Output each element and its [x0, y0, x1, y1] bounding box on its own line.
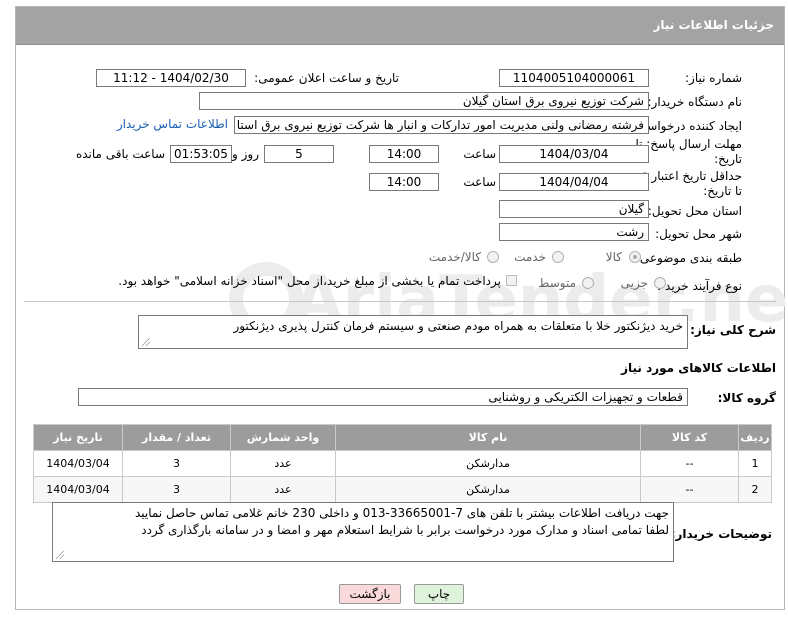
item-name-cell: مدارشکن	[335, 450, 641, 477]
buyer-org-field: شرکت توزیع نیروی برق استان گیلان	[199, 92, 649, 110]
need-number-field: 1104005104000061	[499, 69, 649, 87]
need-number-label: شماره نیاز:	[685, 71, 742, 85]
buyer-notes-line-1: جهت دریافت اطلاعات بیشتر با تلفن های 7-3…	[134, 506, 669, 520]
need-date-cell: 1404/03/04	[33, 450, 123, 477]
panel-header: جزئیات اطلاعات نیاز	[16, 7, 784, 45]
days-label: روز و	[232, 147, 259, 161]
price-validity-time-label: ساعت	[463, 175, 496, 189]
treasury-payment-note: پرداخت تمام یا بخشی از مبلغ خرید،از محل …	[118, 274, 501, 288]
print-button[interactable]: چاپ	[414, 584, 464, 604]
remaining-time-field: 01:53:05	[170, 145, 232, 163]
resize-grip-icon[interactable]	[56, 551, 64, 559]
goods-section-title: اطلاعات کالاهای مورد نیاز	[621, 361, 776, 375]
purchase-process-label: نوع فرآیند خرید :	[657, 279, 742, 293]
col-unit: واحد شمارش	[230, 424, 336, 451]
need-date-cell: 1404/03/04	[33, 476, 123, 503]
price-validity-time-field: 14:00	[369, 173, 439, 191]
col-need-date: تاریخ نیاز	[33, 424, 123, 451]
col-item-code: کد کالا	[640, 424, 739, 451]
resize-grip-icon[interactable]	[142, 338, 150, 346]
process-minor-label: جزیی	[620, 276, 648, 290]
col-row-number: ردیف	[738, 424, 772, 451]
quantity-cell: 3	[122, 476, 231, 503]
category-goods-label: کالا	[605, 250, 622, 264]
category-goods-service-label: کالا/خدمت	[428, 250, 481, 264]
category-goods-radio[interactable]	[629, 251, 641, 263]
city-label: شهر محل تحویل:	[655, 227, 742, 241]
buyer-notes-line-2: لطفا تمامی اسناد و مدارک مورد درخواست بر…	[141, 523, 669, 537]
item-code-cell: --	[640, 450, 739, 477]
item-name-cell: مدارشکن	[335, 476, 641, 503]
row-number-cell: 2	[738, 476, 772, 503]
announce-datetime-field: 1404/02/30 - 11:12	[96, 69, 246, 87]
category-service-label: خدمت	[514, 250, 546, 264]
price-validity-date-field: 1404/04/04	[499, 173, 649, 191]
need-summary-text: خرید دیژنکتور خلا با متعلقات به همراه مو…	[233, 319, 684, 333]
table-row: 1 -- مدارشکن عدد 3 1404/03/04	[33, 450, 772, 477]
deadline-time-field: 14:00	[369, 145, 439, 163]
buyer-notes-textarea[interactable]: جهت دریافت اطلاعات بیشتر با تلفن های 7-3…	[52, 502, 674, 562]
treasury-payment-checkbox[interactable]	[506, 275, 517, 286]
price-validity-label-date: تا تاریخ:	[703, 184, 742, 198]
category-goods-service-radio[interactable]	[487, 251, 499, 263]
table-row: 2 -- مدارشکن عدد 3 1404/03/04	[33, 476, 772, 503]
buyer-org-label: نام دستگاه خریدار:	[647, 95, 743, 109]
deadline-label: مهلت ارسال پاسخ: تا	[635, 137, 742, 151]
divider	[24, 301, 776, 302]
quantity-cell: 3	[122, 450, 231, 477]
buyer-notes-label: توضیحات خریدار:	[670, 527, 772, 541]
col-quantity: تعداد / مقدار	[122, 424, 231, 451]
row-number-cell: 1	[738, 450, 772, 477]
unit-cell: عدد	[230, 476, 336, 503]
goods-group-label: گروه کالا:	[717, 391, 776, 405]
category-service-radio[interactable]	[552, 251, 564, 263]
need-summary-textarea[interactable]: خرید دیژنکتور خلا با متعلقات به همراه مو…	[138, 315, 688, 349]
deadline-time-label: ساعت	[463, 147, 496, 161]
deadline-label-date: تاریخ:	[714, 152, 742, 166]
days-remaining-field: 5	[264, 145, 334, 163]
buyer-contact-link[interactable]: اطلاعات تماس خریدار	[117, 117, 228, 131]
need-summary-label: شرح کلی نیاز:	[690, 323, 776, 337]
goods-group-field: قطعات و تجهیزات الکتریکی و روشنایی	[78, 388, 688, 406]
process-medium-radio[interactable]	[582, 277, 594, 289]
col-item-name: نام کالا	[335, 424, 641, 451]
deadline-date-field: 1404/03/04	[499, 145, 649, 163]
goods-table: ردیف کد کالا نام کالا واحد شمارش تعداد /…	[33, 424, 772, 503]
announce-datetime-label: تاریخ و ساعت اعلان عمومی:	[254, 71, 399, 85]
category-label: طبقه بندی موضوعی:	[635, 251, 742, 265]
back-button[interactable]: بازگشت	[339, 584, 401, 604]
province-label: استان محل تحویل:	[647, 204, 742, 218]
unit-cell: عدد	[230, 450, 336, 477]
item-code-cell: --	[640, 476, 739, 503]
request-creator-field: فرشته رمضانی ولنی مدیریت امور تدارکات و …	[234, 116, 649, 134]
remaining-time-label: ساعت باقی مانده	[75, 147, 165, 161]
province-field: گیلان	[499, 200, 649, 218]
page-title: جزئیات اطلاعات نیاز	[653, 18, 774, 32]
city-field: رشت	[499, 223, 649, 241]
process-minor-radio[interactable]	[654, 277, 666, 289]
table-header-row: ردیف کد کالا نام کالا واحد شمارش تعداد /…	[33, 424, 772, 451]
process-medium-label: متوسط	[538, 276, 576, 290]
